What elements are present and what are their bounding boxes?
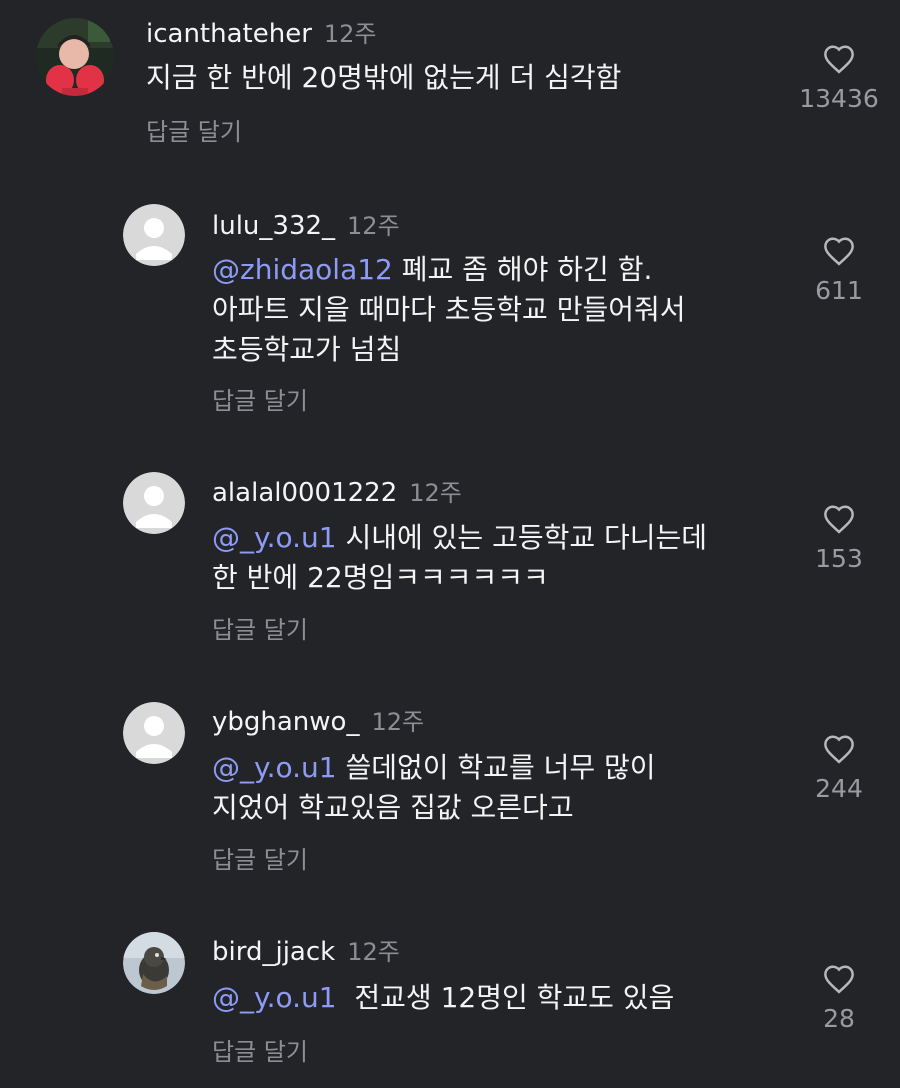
default-avatar-icon bbox=[123, 702, 185, 764]
reply-button[interactable]: 답글 달기 bbox=[146, 112, 242, 147]
comment-time: 12주 bbox=[347, 212, 400, 240]
avatar[interactable] bbox=[36, 18, 114, 96]
comment-text-segment: 시내에 있는 고등학교 다니는데 bbox=[345, 521, 708, 554]
mention-username: _y.o.u1 bbox=[240, 521, 337, 554]
username[interactable]: lulu_332_ bbox=[212, 211, 335, 241]
comment-text-segment: 전교생 12명인 학교도 있음 bbox=[354, 981, 675, 1014]
comment-header: icanthateher 12주 bbox=[146, 14, 377, 49]
comment-text-line: 한 반에 22명임ㅋㅋㅋㅋㅋㅋ bbox=[212, 561, 549, 594]
username[interactable]: ybghanwo_ bbox=[212, 707, 359, 737]
comment-text-line: 초등학교가 넘침 bbox=[212, 333, 402, 366]
like-count: 13436 bbox=[799, 84, 879, 113]
comment-text-line: 지금 한 반에 20명밖에 없는게 더 심각함 bbox=[146, 61, 622, 94]
default-avatar-icon bbox=[123, 472, 185, 534]
avatar[interactable] bbox=[123, 204, 185, 266]
heart-outline-icon bbox=[824, 45, 854, 74]
comment-text: 지금 한 반에 20명밖에 없는게 더 심각함 bbox=[146, 58, 621, 98]
comment-text-line: @zhidaola12 폐교 좀 해야 하긴 함. bbox=[212, 250, 686, 290]
reply-button[interactable]: 답글 달기 bbox=[212, 610, 308, 645]
like-button[interactable]: 611 bbox=[784, 236, 894, 305]
mention-link[interactable]: @_y.o.u1 bbox=[212, 751, 337, 784]
comment-text: @_y.o.u1 시내에 있는 고등학교 다니는데 한 반에 22명임ㅋㅋㅋㅋㅋ… bbox=[212, 518, 707, 598]
default-avatar-icon bbox=[123, 204, 185, 266]
user-photo-avatar bbox=[36, 18, 114, 96]
comment-text: @zhidaola12 폐교 좀 해야 하긴 함. 아파트 지을 때마다 초등학… bbox=[212, 250, 686, 370]
bird-photo-avatar bbox=[123, 932, 185, 994]
mention-username: _y.o.u1 bbox=[240, 981, 337, 1014]
like-button[interactable]: 244 bbox=[784, 734, 894, 803]
username[interactable]: icanthateher bbox=[146, 19, 312, 49]
reply-button[interactable]: 답글 달기 bbox=[212, 1032, 308, 1067]
like-button[interactable]: 13436 bbox=[784, 44, 894, 113]
reply-button[interactable]: 답글 달기 bbox=[212, 840, 308, 875]
like-count: 611 bbox=[815, 276, 863, 305]
comment-text: @_y.o.u1 전교생 12명인 학교도 있음 bbox=[212, 978, 674, 1018]
comment-header: bird_jjack 12주 bbox=[212, 932, 400, 967]
comment-header: alalal0001222 12주 bbox=[212, 473, 462, 508]
mention-icon: @ bbox=[212, 751, 240, 784]
comment-time: 12주 bbox=[323, 20, 377, 48]
heart-outline-icon bbox=[824, 735, 854, 764]
comment-text-line: @_y.o.u1 전교생 12명인 학교도 있음 bbox=[212, 978, 674, 1018]
comment-header: ybghanwo_ 12주 bbox=[212, 702, 424, 737]
comment-text-segment: 쓸데없이 학교를 너무 많이 bbox=[345, 751, 656, 784]
like-count: 244 bbox=[815, 774, 863, 803]
username[interactable]: alalal0001222 bbox=[212, 478, 397, 508]
comment-time: 12주 bbox=[409, 479, 462, 507]
comment-text-line: 지었어 학교있음 집값 오른다고 bbox=[212, 791, 574, 824]
comment-text-line: @_y.o.u1 쓸데없이 학교를 너무 많이 bbox=[212, 748, 656, 788]
mention-username: zhidaola12 bbox=[240, 253, 393, 286]
comment-time: 12주 bbox=[347, 938, 400, 966]
avatar[interactable] bbox=[123, 702, 185, 764]
heart-outline-icon bbox=[824, 965, 854, 994]
like-count: 28 bbox=[823, 1004, 855, 1033]
mention-link[interactable]: @_y.o.u1 bbox=[212, 981, 337, 1014]
heart-outline-icon bbox=[824, 237, 854, 266]
username[interactable]: bird_jjack bbox=[212, 937, 335, 967]
mention-icon: @ bbox=[212, 253, 240, 286]
like-count: 153 bbox=[815, 544, 863, 573]
avatar[interactable] bbox=[123, 472, 185, 534]
mention-username: _y.o.u1 bbox=[240, 751, 337, 784]
comment-header: lulu_332_ 12주 bbox=[212, 206, 400, 241]
comment-time: 12주 bbox=[371, 708, 425, 736]
comment-text-line: 아파트 지을 때마다 초등학교 만들어줘서 bbox=[212, 293, 686, 326]
like-button[interactable]: 153 bbox=[784, 504, 894, 573]
mention-icon: @ bbox=[212, 981, 240, 1014]
avatar[interactable] bbox=[123, 932, 185, 994]
reply-button[interactable]: 답글 달기 bbox=[212, 381, 308, 416]
like-button[interactable]: 28 bbox=[784, 964, 894, 1033]
comment-text-line: @_y.o.u1 시내에 있는 고등학교 다니는데 bbox=[212, 518, 707, 558]
heart-outline-icon bbox=[824, 505, 854, 534]
comment-text-segment: 폐교 좀 해야 하긴 함. bbox=[401, 253, 653, 286]
mention-link[interactable]: @zhidaola12 bbox=[212, 253, 393, 286]
comment-text: @_y.o.u1 쓸데없이 학교를 너무 많이 지었어 학교있음 집값 오른다고 bbox=[212, 748, 656, 828]
mention-icon: @ bbox=[212, 521, 240, 554]
mention-link[interactable]: @_y.o.u1 bbox=[212, 521, 337, 554]
